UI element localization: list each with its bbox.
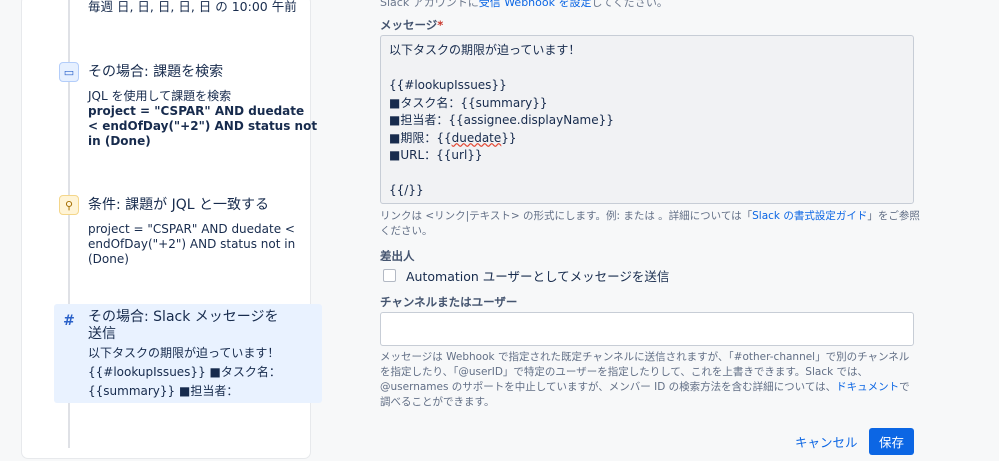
- message-line: {{/}}: [389, 183, 424, 197]
- save-button[interactable]: 保存: [869, 428, 914, 455]
- message-line: [389, 60, 905, 78]
- rule-step-search-issues[interactable]: ▭ その場合: 課題を検索 JQL を使用して課題を検索 project = "…: [54, 58, 322, 158]
- webhook-hint: Slack アカウントに受信 Webhook を設定してください。: [380, 0, 668, 10]
- rule-step-slack[interactable]: # その場合: Slack メッセージを送信 以下タスクの期限が迫っています！ …: [54, 304, 322, 403]
- sender-label: 差出人: [380, 249, 415, 263]
- required-mark: *: [437, 18, 444, 32]
- step-desc-label: JQL を使用して課題を検索: [88, 89, 232, 103]
- message-help: リンクは <リンク|テキスト> の形式にします。例: または 。詳細については「…: [380, 209, 920, 239]
- step-jql: project = "CSPAR" AND duedate < endOfDay…: [88, 222, 296, 266]
- webhook-link[interactable]: 受信 Webhook を設定: [479, 0, 592, 9]
- step-jql: project = "CSPAR" AND duedate < endOfDay…: [88, 104, 318, 148]
- trigger-schedule[interactable]: 毎週 日, 日, 日, 日, 日 の 10:00 午前: [88, 0, 297, 15]
- help-prefix: メッセージは Webhook で指定された既定チャンネルに送信されますが、「#o…: [380, 351, 910, 393]
- spellcheck-word: duedate: [451, 130, 502, 145]
- search-icon: ⚲: [59, 195, 79, 215]
- cancel-button[interactable]: キャンセル: [789, 428, 864, 455]
- message-line: ■URL：{{url}}: [389, 148, 483, 162]
- monitor-icon: ▭: [59, 62, 79, 82]
- hint-prefix: Slack アカウントに: [380, 0, 479, 9]
- channel-label: チャンネルまたはユーザー: [380, 295, 518, 309]
- step-title: その場合: Slack メッセージを送信: [88, 309, 279, 342]
- checkbox-label: Automation ユーザーとしてメッセージを送信: [406, 269, 670, 284]
- message-label: メッセージ*: [380, 17, 443, 33]
- documentation-link[interactable]: ドキュメント: [836, 381, 899, 393]
- channel-input[interactable]: [380, 312, 914, 346]
- hint-suffix: してください。: [591, 0, 668, 9]
- duedate-suffix: }}: [501, 130, 517, 145]
- step-title: 条件: 課題が JQL と一致する: [88, 197, 270, 213]
- slack-format-guide-link[interactable]: Slack の書式設定ガイド: [752, 210, 867, 222]
- message-line: ■タスク名：{{summary}}: [389, 95, 548, 110]
- channel-help: メッセージは Webhook で指定された既定チャンネルに送信されますが、「#o…: [380, 350, 914, 410]
- rule-panel: 毎週 日, 日, 日, 日, 日 の 10:00 午前 ▭ その場合: 課題を検…: [22, 0, 322, 458]
- help-prefix: リンクは <リンク|テキスト> の形式にします。例: または 。詳細については「: [380, 210, 753, 222]
- step-description: JQL を使用して課題を検索 project = "CSPAR" AND due…: [88, 89, 318, 149]
- automation-user-checkbox[interactable]: [383, 269, 396, 282]
- message-line: [389, 165, 905, 183]
- duedate-prefix: ■期限：{{: [389, 130, 452, 145]
- step-preview: 以下タスクの期限が迫っています！ {{#lookupIssues}} ■タスク名…: [88, 346, 281, 398]
- message-line: 以下タスクの期限が迫っています！: [389, 43, 581, 57]
- message-line: ■担当者：{{assignee.displayName}}: [389, 113, 614, 127]
- step-title: その場合: 課題を検索: [88, 64, 224, 80]
- message-line-duedate: ■期限：{{duedate}}: [389, 130, 905, 148]
- message-line: {{#lookupIssues}}: [389, 78, 507, 92]
- message-label-text: メッセージ: [380, 18, 438, 32]
- message-textarea[interactable]: 以下タスクの期限が迫っています！ {{#lookupIssues}} ■タスク名…: [380, 35, 914, 204]
- slack-icon: #: [63, 313, 75, 329]
- rule-step-condition[interactable]: ⚲ 条件: 課題が JQL と一致する project = "CSPAR" AN…: [54, 191, 322, 271]
- sender-checkbox-row[interactable]: Automation ユーザーとしてメッセージを送信: [383, 266, 669, 285]
